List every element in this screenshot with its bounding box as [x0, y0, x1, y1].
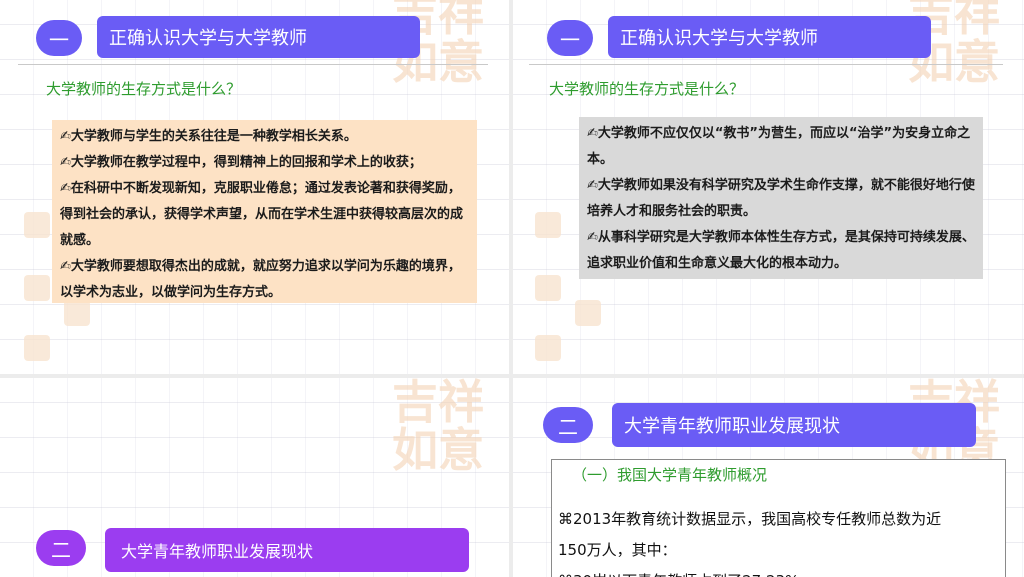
section-number: 二: [558, 414, 578, 439]
paragraph: ✍大学教师要想取得杰出的成就，就应努力追求以学问为乐趣的境界，以学术为志业，以做…: [60, 259, 461, 300]
paragraph: ✍大学教师在教学过程中，得到精神上的回报和学术上的收获；: [60, 155, 422, 170]
body-text: ⌘2013年教育统计数据显示，我国高校专任教师总数为近 150万人，其中： ⌘3…: [558, 504, 941, 577]
section-number-badge: 二: [36, 530, 86, 566]
slide-2[interactable]: 吉祥 如意 一 正确认识大学与大学教师 大学教师的生存方式是什么？ ✍大学教师不应…: [513, 0, 1024, 374]
section-number-badge: 一: [547, 20, 593, 56]
section-number: 一: [560, 27, 580, 52]
content-box: ✍大学教师不应仅仅以“教书”为营生，而应以“治学”为安身立命之本。 ✍大学教师如…: [579, 117, 983, 279]
paragraph: ✍大学教师与学生的关系往往是一种教学相长关系。: [60, 129, 357, 144]
section-title-bar: 大学青年教师职业发展现状: [105, 528, 469, 572]
section-title-bar: 正确认识大学与大学教师: [608, 16, 931, 58]
section-title: 大学青年教师职业发展现状: [624, 416, 840, 437]
section-number: 一: [49, 27, 69, 52]
seal-decoration: [24, 275, 50, 301]
divider: [18, 64, 488, 65]
paragraph: ✍从事科学研究是大学教师本体性生存方式，是其保持可持续发展、追求职业价值和生命意…: [587, 230, 975, 271]
section-title-bar: 正确认识大学与大学教师: [97, 16, 420, 58]
text-line: ⌘2013年教育统计数据显示，我国高校专任教师总数为近: [558, 510, 942, 528]
text-line: 150万人，其中：: [558, 541, 677, 559]
seal-decoration: [575, 300, 601, 326]
paragraph: ✍大学教师不应仅仅以“教书”为营生，而应以“治学”为安身立命之本。: [587, 126, 971, 167]
paragraph: ✍在科研中不断发现新知，克服职业倦怠；通过发表论著和获得奖励，得到社会的承认，获…: [60, 181, 464, 248]
divider: [529, 64, 1003, 65]
subheading: （一）我国大学青年教师概况: [572, 466, 768, 484]
question-heading: 大学教师的生存方式是什么？: [549, 80, 745, 98]
section-number: 二: [51, 537, 71, 562]
content-frame: （一）我国大学青年教师概况 ⌘2013年教育统计数据显示，我国高校专任教师总数为…: [551, 459, 1006, 577]
slide-3[interactable]: 吉祥 如意 二 大学青年教师职业发展现状: [0, 378, 509, 577]
paragraph: ✍大学教师如果没有科学研究及学术生命作支撑，就不能很好地行使培养人才和服务社会的…: [587, 178, 975, 219]
text-line: ⌘30岁以下青年教师占到了27.23%，: [558, 566, 941, 577]
seal-decoration: [535, 275, 561, 301]
section-title: 正确认识大学与大学教师: [620, 28, 818, 49]
calligraphy-decoration: 吉祥如意: [392, 378, 484, 477]
seal-decoration: [24, 335, 50, 361]
question-heading: 大学教师的生存方式是什么？: [46, 80, 242, 98]
slide-1[interactable]: 吉祥 如意 一 正确认识大学与大学教师 大学教师的生存方式是什么？ ✍大学教师与学…: [0, 0, 509, 374]
content-box: ✍大学教师与学生的关系往往是一种教学相长关系。 ✍大学教师在教学过程中，得到精神…: [52, 120, 477, 303]
section-title: 大学青年教师职业发展现状: [121, 542, 314, 561]
seal-decoration: [24, 212, 50, 238]
slide-4[interactable]: 吉祥如意 二 大学青年教师职业发展现状 （一）我国大学青年教师概况 ⌘2013年…: [513, 378, 1024, 577]
seal-decoration: [535, 212, 561, 238]
seal-decoration: [535, 335, 561, 361]
section-number-badge: 二: [543, 407, 593, 443]
section-title-bar: 大学青年教师职业发展现状: [612, 403, 976, 447]
section-number-badge: 一: [36, 20, 82, 56]
section-title: 正确认识大学与大学教师: [109, 28, 307, 49]
